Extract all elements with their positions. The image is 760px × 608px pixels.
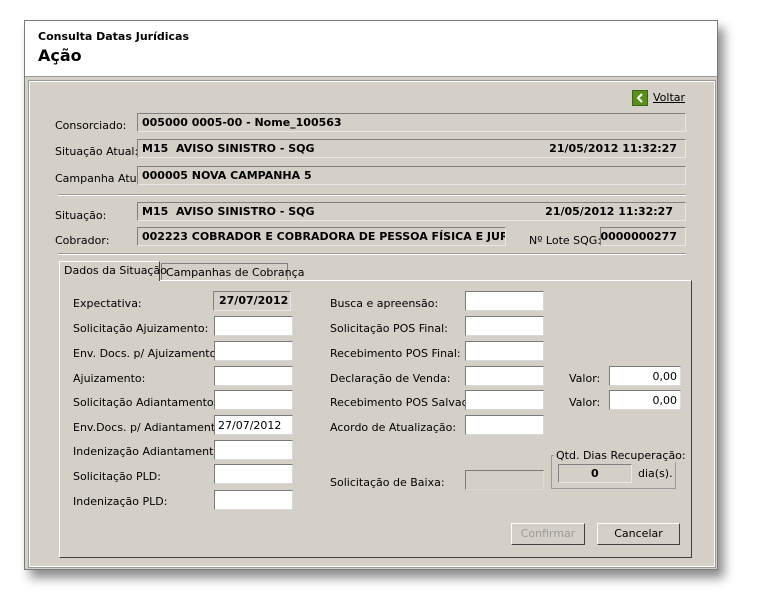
back-arrow-icon (632, 90, 648, 106)
ajuizamento-label: Ajuizamento: (73, 372, 146, 385)
consorciado-label: Consorciado: (55, 119, 127, 132)
header-subtitle: Consulta Datas Jurídicas (38, 30, 189, 43)
consorciado-value: 005000 0005-00 - Nome_100563 (142, 116, 342, 129)
indenizacao-adiantamento-label: Indenização Adiantamento: (73, 445, 224, 458)
separator (58, 253, 686, 255)
solic-ajuizamento-label: Solicitação Ajuizamento: (73, 322, 209, 335)
situacao-field: M15 AVISO SINISTRO - SQG 21/05/2012 11:3… (137, 202, 686, 221)
recuperacao-unit: dia(s). (638, 467, 673, 480)
declaracao-venda-label: Declaração de Venda: (330, 372, 451, 385)
valor-salvado-label: Valor: (569, 396, 601, 409)
cobrador-value: 002223 COBRADOR E COBRADORA DE PESSOA FÍ… (142, 230, 505, 243)
receb-pos-final-label: Recebimento POS Final: (330, 347, 461, 360)
campanha-atual-value: 000005 NOVA CAMPANHA 5 (142, 169, 312, 182)
solic-pld-label: Solicitação PLD: (73, 470, 161, 483)
solic-baixa-input (465, 470, 544, 490)
voltar-label: Voltar (653, 91, 686, 104)
busca-apreensao-input[interactable] (465, 291, 544, 311)
form-area: Voltar Consorciado: 005000 0005-00 - Nom… (28, 80, 716, 568)
lote-sqg-field: 0000000277 (600, 227, 686, 246)
recuperacao-group: Qtd. Dias Recuperação: 0 dia(s). (551, 449, 688, 489)
receb-pos-salvado-label: Recebimento POS Salvado: (330, 396, 479, 409)
expectativa-field: 27/07/2012 (213, 291, 291, 311)
situacao-atual-label: Situação Atual: (55, 145, 139, 158)
cancelar-button[interactable]: Cancelar (597, 523, 680, 545)
consorciado-field: 005000 0005-00 - Nome_100563 (137, 113, 686, 132)
confirmar-button[interactable]: Confirmar (511, 523, 585, 545)
lote-sqg-label: Nº Lote SQG: (529, 234, 602, 247)
recuperacao-field: 0 (558, 464, 632, 483)
receb-pos-salvado-input[interactable] (465, 390, 544, 410)
env-docs-ajuizamento-input[interactable] (214, 341, 293, 361)
campanha-atual-label: Campanha Atual: (55, 172, 151, 185)
cobrador-field: 002223 COBRADOR E COBRADORA DE PESSOA FÍ… (137, 227, 506, 246)
acordo-atualizacao-input[interactable] (465, 415, 544, 435)
valor-venda-label: Valor: (569, 372, 601, 385)
tab-campanhas-cobranca[interactable]: Campanhas de Cobrança (161, 263, 304, 281)
valor-salvado-input[interactable]: 0,00 (609, 390, 681, 410)
expectativa-label: Expectativa: (73, 297, 142, 310)
env-docs-adiantamento-input[interactable]: 27/07/2012 (214, 415, 293, 435)
valor-venda-input[interactable]: 0,00 (609, 366, 681, 386)
solic-pld-input[interactable] (214, 464, 293, 484)
cobrador-label: Cobrador: (55, 234, 110, 247)
indenizacao-pld-label: Indenização PLD: (73, 495, 168, 508)
dialog-header: Consulta Datas Jurídicas Ação (25, 21, 717, 77)
ajuizamento-input[interactable] (214, 366, 293, 386)
solic-baixa-label: Solicitação de Baixa: (330, 476, 445, 489)
solic-adiantamento-input[interactable] (214, 390, 293, 410)
header-title: Ação (38, 46, 82, 65)
recuperacao-value: 0 (591, 467, 599, 480)
recuperacao-legend: Qtd. Dias Recuperação: (554, 449, 688, 462)
situacao-label: Situação: (55, 209, 107, 222)
declaracao-venda-input[interactable] (465, 366, 544, 386)
solic-pos-final-input[interactable] (465, 316, 544, 336)
situacao-desc: AVISO SINISTRO - SQG (176, 205, 315, 218)
indenizacao-adiantamento-input[interactable] (214, 440, 293, 460)
separator (58, 194, 686, 196)
situacao-code: M15 (142, 205, 169, 218)
receb-pos-final-input[interactable] (465, 341, 544, 361)
env-docs-adiantamento-label: Env.Docs. p/ Adiantamento: (73, 421, 226, 434)
expectativa-value: 27/07/2012 (219, 294, 289, 307)
campanha-atual-field: 000005 NOVA CAMPANHA 5 (137, 166, 686, 185)
lote-sqg-value: 0000000277 (600, 230, 677, 243)
tab-dados-situacao[interactable]: Dados da Situação (59, 261, 167, 281)
situacao-atual-code: M15 (142, 142, 169, 155)
situacao-atual-field: M15 AVISO SINISTRO - SQG 21/05/2012 11:3… (137, 139, 686, 158)
indenizacao-pld-input[interactable] (214, 490, 293, 510)
acordo-atualizacao-label: Acordo de Atualização: (330, 421, 457, 434)
solic-pos-final-label: Solicitação POS Final: (330, 322, 448, 335)
situacao-atual-datetime: 21/05/2012 11:32:27 (549, 142, 677, 155)
solic-ajuizamento-input[interactable] (214, 316, 293, 336)
solic-adiantamento-label: Solicitação Adiantamento: (73, 396, 218, 409)
env-docs-ajuizamento-label: Env. Docs. p/ Ajuizamento: (73, 347, 221, 360)
tab-panel: Expectativa: 27/07/2012 Solicitação Ajui… (59, 280, 692, 558)
dialog-window: Consulta Datas Jurídicas Ação Voltar Con… (24, 20, 718, 570)
situacao-atual-desc: AVISO SINISTRO - SQG (176, 142, 315, 155)
situacao-datetime: 21/05/2012 11:32:27 (545, 205, 673, 218)
busca-apreensao-label: Busca e apreensão: (330, 297, 439, 310)
